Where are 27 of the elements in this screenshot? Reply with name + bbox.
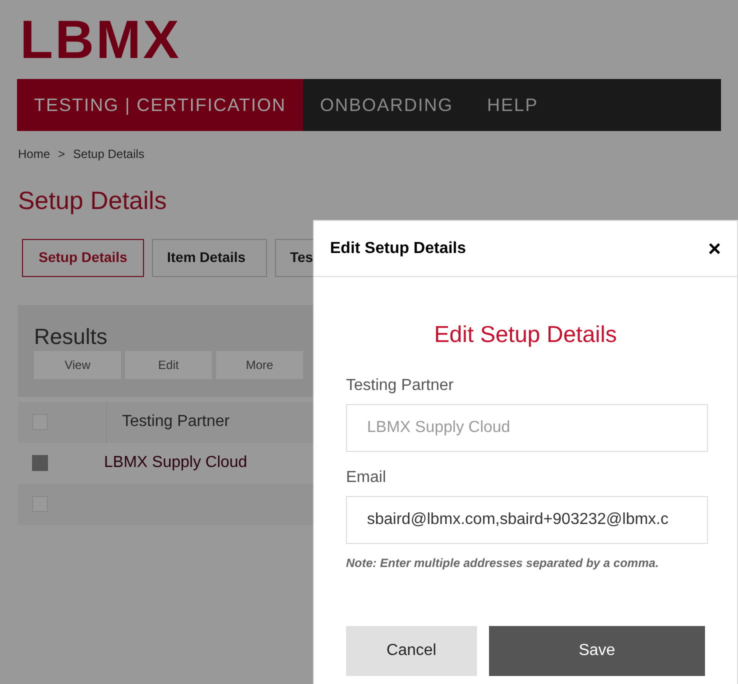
dialog-title: Edit Setup Details — [330, 238, 466, 258]
breadcrumb-separator: > — [58, 146, 66, 163]
nav-tab[interactable]: HELP — [470, 79, 556, 131]
field-label: Email — [346, 468, 388, 488]
page-title: Setup Details — [17, 186, 168, 217]
breadcrumb-item: Setup Details — [73, 146, 144, 163]
results-title: Results — [34, 324, 108, 348]
close-button[interactable]: × — [708, 238, 721, 260]
cancel-button[interactable]: Cancel — [346, 626, 477, 676]
save-button[interactable]: Save — [488, 626, 705, 676]
dialog-heading: Edit Setup Details — [433, 320, 618, 349]
tab[interactable]: Setup Details — [22, 238, 144, 276]
action-button[interactable]: View — [34, 350, 121, 378]
field-label: Testing Partner — [346, 376, 455, 396]
logo[interactable]: LBMX — [20, 12, 181, 66]
nav-tab[interactable]: TESTING | CERTIFICATION — [17, 79, 304, 131]
nav-tab[interactable]: ONBOARDING — [303, 79, 470, 131]
tab[interactable]: Item Details — [152, 238, 267, 276]
column-header: Testing Partner — [122, 412, 230, 432]
input-field[interactable]: sbaird@lbmx.com,sbaird+903232@lbmx.c — [346, 496, 708, 544]
action-button[interactable]: More — [216, 350, 303, 378]
breadcrumb-item[interactable]: Home — [18, 145, 50, 163]
action-button[interactable]: Edit — [125, 350, 212, 378]
note-text: Note: Enter multiple addresses separated by a comma. — [346, 554, 660, 572]
input-field[interactable]: LBMX Supply Cloud — [346, 404, 708, 452]
checkbox[interactable] — [32, 455, 48, 471]
table-cell-text: LBMX Supply Cloud — [104, 453, 248, 473]
